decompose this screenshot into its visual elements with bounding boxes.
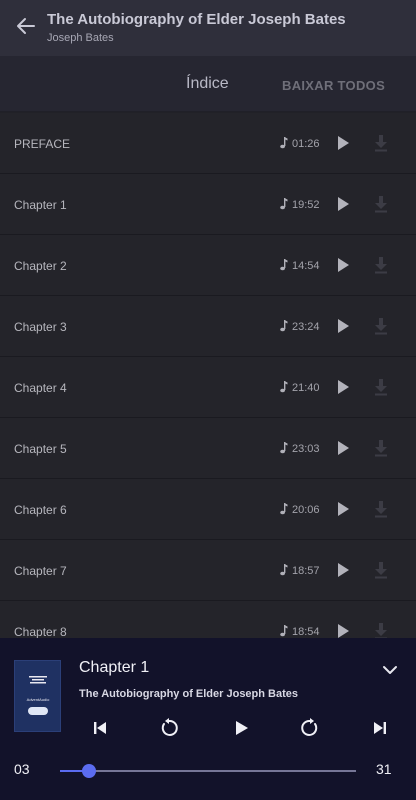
play-icon[interactable] <box>335 135 351 151</box>
chapter-duration: 18:54 <box>292 626 320 638</box>
book-logo-icon <box>29 676 47 684</box>
chapter-duration: 01:26 <box>292 138 320 150</box>
download-icon[interactable] <box>373 317 389 335</box>
download-icon[interactable] <box>373 256 389 274</box>
book-cover: AdventAudio <box>14 660 61 732</box>
seek-slider[interactable] <box>60 764 356 778</box>
chapter-title: Chapter 6 <box>14 503 67 517</box>
music-note-icon <box>280 259 288 271</box>
tab-bar: Índice BAIXAR TODOS <box>0 56 416 112</box>
seek-thumb[interactable] <box>81 764 96 778</box>
play-icon <box>236 721 248 735</box>
chapter-title: Chapter 2 <box>14 259 67 273</box>
chapter-duration: 20:06 <box>292 504 320 516</box>
replay-button[interactable] <box>159 718 179 738</box>
music-note-icon <box>280 442 288 454</box>
chapter-duration: 14:54 <box>292 260 320 272</box>
chapter-list: PREFACE 01:26 Chapter 1 19:52 Chapter 2 14:54… <box>0 113 416 638</box>
arrow-left-icon <box>17 18 35 34</box>
list-item[interactable]: Chapter 6 20:06 <box>0 479 416 540</box>
download-icon[interactable] <box>373 195 389 213</box>
skip-next-icon <box>374 722 386 734</box>
music-note-icon <box>280 381 288 393</box>
play-icon[interactable] <box>335 562 351 578</box>
chapter-duration: 23:03 <box>292 443 320 455</box>
music-note-icon <box>280 625 288 637</box>
chapter-title: Chapter 1 <box>14 198 67 212</box>
back-button[interactable] <box>12 12 40 40</box>
skip-next-button[interactable] <box>370 718 390 738</box>
chapter-title: Chapter 7 <box>14 564 67 578</box>
chapter-duration: 23:24 <box>292 321 320 333</box>
chapter-duration: 19:52 <box>292 199 320 211</box>
now-playing-chapter: Chapter 1 <box>79 659 150 676</box>
play-icon[interactable] <box>335 257 351 273</box>
music-note-icon <box>280 320 288 332</box>
list-item[interactable]: Chapter 3 23:24 <box>0 296 416 357</box>
chapter-duration: 21:40 <box>292 382 320 394</box>
total-time: 31 <box>376 761 392 777</box>
chapter-title: Chapter 5 <box>14 442 67 456</box>
tab-index[interactable]: Índice <box>186 75 229 93</box>
play-icon[interactable] <box>335 440 351 456</box>
list-item[interactable]: Chapter 8 18:54 <box>0 601 416 638</box>
play-icon[interactable] <box>335 379 351 395</box>
play-icon[interactable] <box>335 623 351 638</box>
skip-previous-icon <box>94 722 106 734</box>
chevron-down-icon[interactable] <box>382 663 398 677</box>
elapsed-time: 03 <box>14 761 30 777</box>
list-item[interactable]: Chapter 5 23:03 <box>0 418 416 479</box>
play-icon[interactable] <box>335 318 351 334</box>
music-note-icon <box>280 198 288 210</box>
download-icon[interactable] <box>373 134 389 152</box>
download-icon[interactable] <box>373 561 389 579</box>
cover-title: AdventAudio <box>26 697 50 702</box>
chapter-title: Chapter 4 <box>14 381 67 395</box>
play-icon[interactable] <box>335 501 351 517</box>
music-note-icon <box>280 503 288 515</box>
cover-badge <box>28 707 48 715</box>
music-note-icon <box>280 564 288 576</box>
list-item[interactable]: Chapter 7 18:57 <box>0 540 416 601</box>
download-icon[interactable] <box>373 622 389 638</box>
chapter-title: Chapter 3 <box>14 320 67 334</box>
forward-button[interactable] <box>300 718 320 738</box>
author-subtitle: Joseph Bates <box>47 32 114 44</box>
forward-icon <box>301 718 318 736</box>
download-icon[interactable] <box>373 378 389 396</box>
download-icon[interactable] <box>373 439 389 457</box>
app-header: The Autobiography of Elder Joseph Bates … <box>0 0 416 56</box>
download-icon[interactable] <box>373 500 389 518</box>
mini-player[interactable]: AdventAudio Chapter 1 The Autobiography … <box>0 638 416 800</box>
now-playing-book: The Autobiography of Elder Joseph Bates <box>79 688 299 700</box>
play-button[interactable] <box>231 718 251 738</box>
replay-icon <box>161 718 178 736</box>
chapter-duration: 18:57 <box>292 565 320 577</box>
download-all-button[interactable]: BAIXAR TODOS <box>282 78 385 93</box>
list-item[interactable]: Chapter 4 21:40 <box>0 357 416 418</box>
music-note-icon <box>280 137 288 149</box>
list-item[interactable]: Chapter 2 14:54 <box>0 235 416 296</box>
play-icon[interactable] <box>335 196 351 212</box>
list-item[interactable]: Chapter 1 19:52 <box>0 174 416 235</box>
page-title: The Autobiography of Elder Joseph Bates <box>47 11 346 28</box>
chapter-title: PREFACE <box>14 137 71 151</box>
chapter-title: Chapter 8 <box>14 625 67 638</box>
list-item[interactable]: PREFACE 01:26 <box>0 113 416 174</box>
skip-previous-button[interactable] <box>90 718 110 738</box>
